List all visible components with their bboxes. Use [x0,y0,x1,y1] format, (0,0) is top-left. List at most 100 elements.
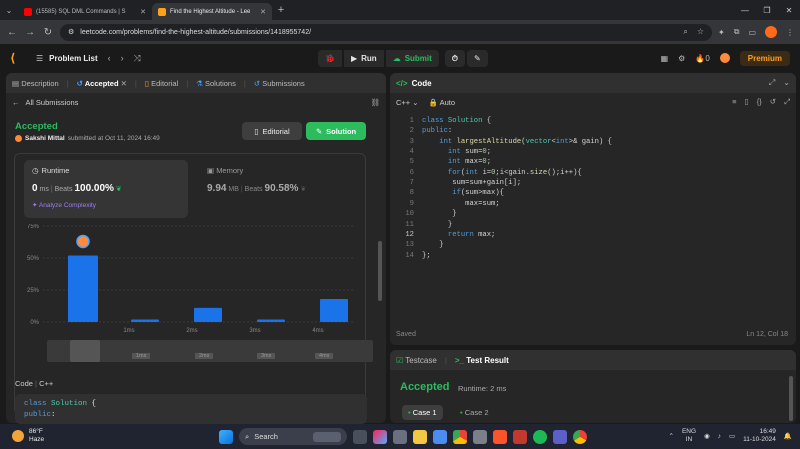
tab-editorial[interactable]: ▯ Editorial [145,79,178,88]
camera-icon[interactable] [393,429,407,444]
submit-button[interactable]: ☁ Submit [385,50,439,67]
tab-solutions[interactable]: ⚗ Solutions [196,79,236,88]
runtime-card[interactable]: ◷ Runtime 0 ms | Beats 100.00% ❦ ✦ Analyz… [24,160,188,218]
user-avatar[interactable] [719,53,730,63]
language-select[interactable]: C++ ⌄ [396,98,419,107]
debug-button[interactable]: 🐞 [318,50,342,67]
expand-icon[interactable]: ⤢ [784,97,790,107]
braces-icon[interactable]: {} [757,97,762,107]
streak-fire-icon[interactable]: 🔥0 [695,54,709,63]
brave-icon[interactable] [493,429,507,444]
result-scrollbar[interactable] [789,376,793,421]
teams-icon[interactable] [553,429,567,444]
tab-description[interactable]: ▤ Description [12,79,59,88]
chart-bar[interactable] [131,319,159,322]
code-line[interactable]: } [422,220,452,230]
split-icon[interactable]: ▭ [748,28,756,37]
shuffle-icon[interactable]: ⤨ [134,53,141,64]
clock[interactable]: 16:49 11-10-2024 [743,428,776,444]
zoom-icon[interactable]: ⌕ [683,27,687,37]
file-explorer-icon[interactable] [413,429,427,444]
battery-icon[interactable]: ▭ [729,432,735,440]
task-view-icon[interactable] [353,429,367,444]
code-line[interactable]: }; [422,251,431,261]
all-submissions-link[interactable]: All Submissions [26,98,79,107]
chrome-profile-icon[interactable] [573,429,587,444]
left-scrollbar[interactable] [378,241,382,301]
site-info-icon[interactable]: ⚙ [68,28,74,36]
submitter-name[interactable]: Sakshi Mittal [25,135,65,142]
volume-icon[interactable]: ♪ [718,433,721,440]
store-icon[interactable] [433,429,447,444]
close-tab-icon[interactable]: ✕ [121,79,127,88]
auto-mode-toggle[interactable]: 🔒 Auto [429,98,455,107]
tab-submissions[interactable]: ↺ Submissions [254,79,305,88]
code-editor[interactable]: 1 class Solution { 2 public: 3 int largest… [390,116,796,326]
tab-testcase[interactable]: ☑ Testcase [396,356,437,365]
settings-gear-icon[interactable]: ⚙ [678,54,685,63]
new-tab-icon[interactable]: + [272,0,290,20]
chart-bar[interactable] [68,255,98,322]
spotify-icon[interactable] [533,429,547,444]
share-link-icon[interactable]: ⛓ [370,98,380,107]
leetcode-logo-icon[interactable]: ⟨ [10,52,22,64]
chevron-up-icon[interactable]: ⌃ [669,432,674,440]
forward-icon[interactable]: → [24,27,36,38]
copilot-icon[interactable] [373,429,387,444]
menu-icon[interactable]: ⋮ [786,28,794,37]
premium-button[interactable]: Premium [739,50,790,66]
language-indicator[interactable]: ENG IN [682,428,696,444]
tab-accepted[interactable]: ↺ Accepted ✕ [77,79,127,88]
chart-bar[interactable] [320,298,348,322]
chrome-icon[interactable] [453,429,467,444]
run-button[interactable]: ▶ Run [343,50,384,67]
close-tab-icon[interactable]: ✕ [140,8,146,16]
windows-start-icon[interactable] [219,429,233,444]
analyze-complexity-link[interactable]: ✦ Analyze Complexity [32,201,180,209]
code-line[interactable]: } [422,209,456,219]
browser-tab-1[interactable]: (15585) SQL DML Commands | S ✕ [18,3,152,20]
tab-test-result[interactable]: >_ Test Result [455,356,509,365]
back-arrow-icon[interactable]: ← [12,98,20,107]
browser-tab-2[interactable]: Find the Highest Altitude - Lee ✕ [152,3,272,20]
code-line[interactable]: int max=0; [422,157,491,167]
code-line[interactable]: for(int i=0;i<gain.size();i++){ [422,168,582,178]
bookmark-star-icon[interactable]: ☆ [697,27,704,37]
notification-bell-icon[interactable]: 🔔 [784,432,792,440]
code-line[interactable]: sum=sum+gain[i]; [422,178,521,188]
chart-range-scroller[interactable]: 1ms 2ms 3ms 4ms [47,340,373,362]
case-1-tab[interactable]: • Case 1 [402,405,443,420]
format-icon[interactable]: ≡ [732,97,736,107]
reset-icon[interactable]: ↺ [770,97,776,107]
weather-widget[interactable]: 86°F Haze [12,428,44,444]
code-line[interactable]: int sum=0; [422,147,491,157]
solution-button[interactable]: ✎ Solution [306,122,366,140]
list-icon[interactable]: ☰ [36,54,43,63]
profile-avatar[interactable] [765,26,777,38]
problem-list-link[interactable]: Problem List [49,54,97,63]
code-line[interactable]: max=sum; [422,199,500,209]
prev-problem-icon[interactable]: ‹ [108,53,111,63]
maximize-icon[interactable]: ⤢ [769,78,775,88]
code-line[interactable]: return max; [422,230,495,240]
scroller-handle[interactable] [70,340,100,362]
url-input[interactable]: ⚙ leetcode.com/problems/find-the-highest… [60,23,713,41]
extension-icon[interactable]: ✦ [718,28,725,37]
app-icon[interactable] [513,429,527,444]
collapse-icon[interactable]: ⌄ [783,78,790,88]
minimize-icon[interactable]: — [734,6,756,15]
settings-app-icon[interactable] [473,429,487,444]
chart-bar[interactable] [194,307,222,322]
code-line[interactable]: class Solution { [422,116,491,126]
extensions-puzzle-icon[interactable]: ⧉ [734,27,740,37]
layout-icon[interactable]: ▦ [661,54,669,63]
code-line[interactable]: public: [422,126,452,136]
code-line[interactable]: } [422,240,443,250]
chart-bar[interactable] [257,319,285,322]
restore-icon[interactable]: ❐ [756,6,778,15]
case-2-tab[interactable]: • Case 2 [460,408,489,417]
tab-search-icon[interactable]: ⌄ [0,0,18,20]
reload-icon[interactable]: ↻ [42,27,54,38]
wifi-icon[interactable]: ◉ [704,432,710,440]
timer-button[interactable]: ⏱ [444,50,466,67]
